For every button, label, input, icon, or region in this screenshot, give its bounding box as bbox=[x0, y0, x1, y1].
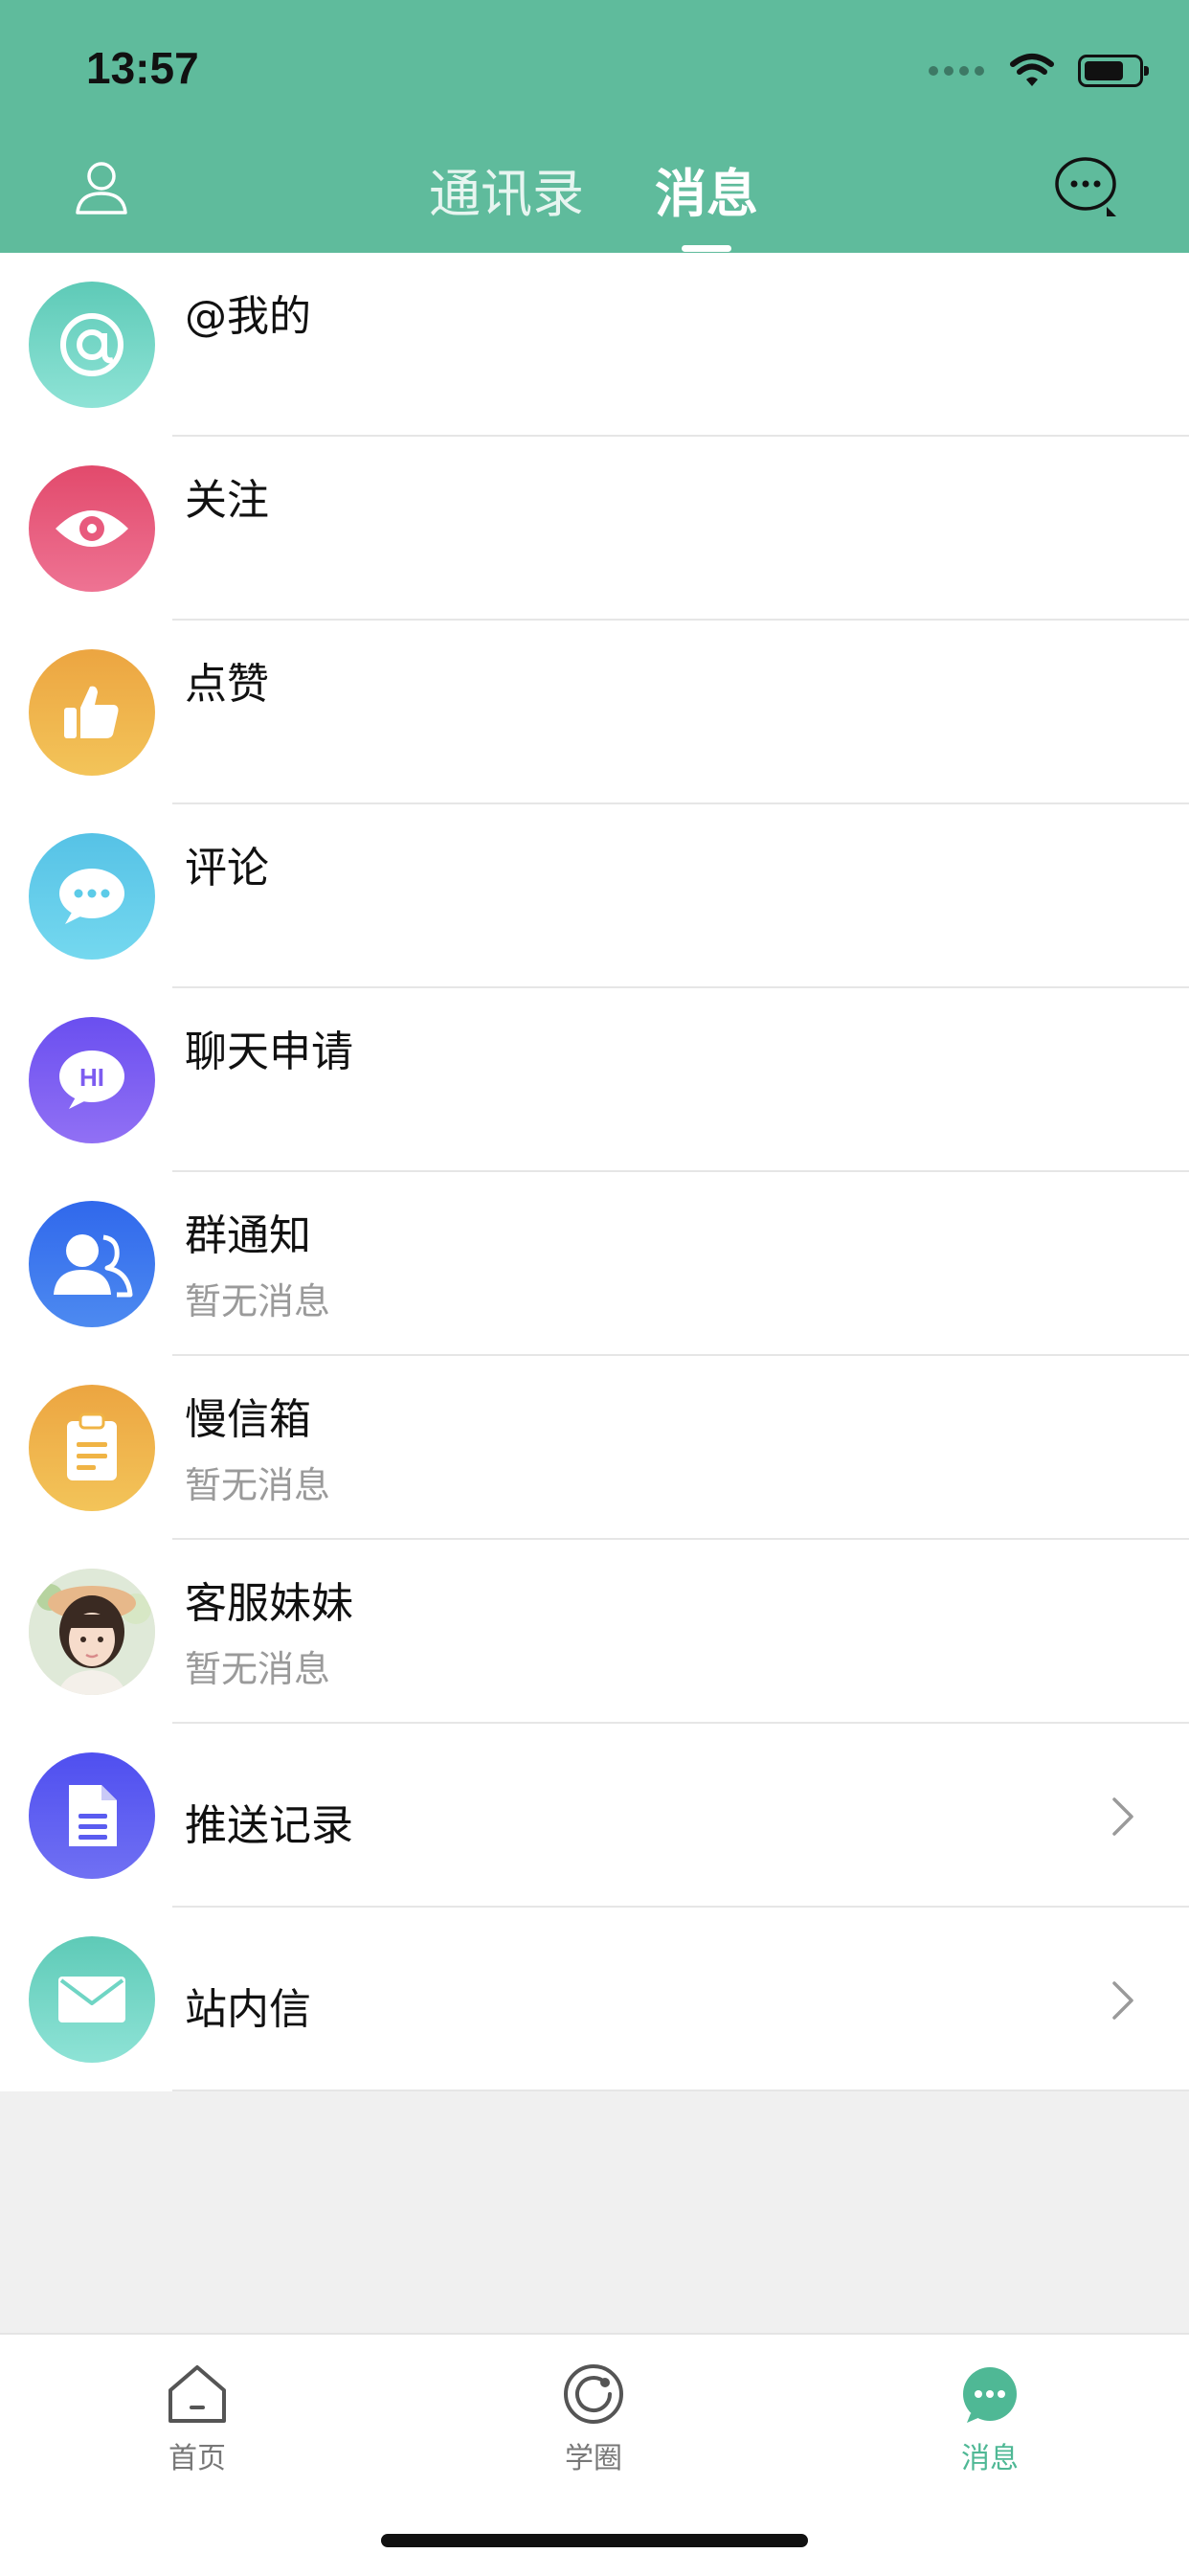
status-time: 13:57 bbox=[86, 43, 199, 93]
list-item-subtitle: 暂无消息 bbox=[185, 1464, 331, 1506]
list-item-subtitle: 暂无消息 bbox=[185, 1648, 331, 1690]
hi-bubble-icon: HI bbox=[29, 1017, 155, 1143]
comment-icon bbox=[29, 833, 155, 960]
tab-circle[interactable]: 学圈 bbox=[517, 2361, 670, 2476]
message-icon bbox=[963, 2367, 1017, 2423]
top-header: 13:57 通讯录 消息 bbox=[0, 0, 1189, 253]
tab-home[interactable]: 首页 bbox=[121, 2361, 274, 2476]
tab-circle-label: 学圈 bbox=[565, 2442, 622, 2475]
list-item-title: 推送记录 bbox=[185, 1801, 353, 1850]
signal-icon bbox=[929, 66, 984, 76]
header-tabs: 通讯录 消息 bbox=[0, 151, 1189, 228]
battery-icon bbox=[1078, 55, 1149, 87]
list-item-push-history[interactable]: 推送记录 bbox=[0, 1724, 1189, 1908]
eye-icon bbox=[29, 465, 155, 592]
list-item-slow-mailbox[interactable]: 慢信箱 暂无消息 bbox=[0, 1356, 1189, 1540]
list-item-title: @我的 bbox=[185, 292, 311, 341]
clipboard-icon bbox=[29, 1385, 155, 1511]
chevron-right-icon bbox=[1112, 1797, 1133, 1836]
list-item-comments[interactable]: 评论 bbox=[0, 804, 1189, 988]
circle-icon bbox=[564, 2364, 623, 2424]
list-item-chat-request[interactable]: HI 聊天申请 bbox=[0, 988, 1189, 1172]
home-icon bbox=[168, 2365, 226, 2423]
group-icon bbox=[29, 1201, 155, 1327]
customer-service-avatar bbox=[29, 1569, 155, 1695]
tab-home-label: 首页 bbox=[168, 2442, 226, 2475]
list-item-at-me[interactable]: @我的 bbox=[0, 253, 1189, 437]
list-item-likes[interactable]: 点赞 bbox=[0, 621, 1189, 804]
message-list: @我的 关注 点赞 评论 HI 聊天申请 群通知 暂无消息 慢信箱 暂无消息 客… bbox=[0, 253, 1189, 2091]
list-item-title: 群通知 bbox=[185, 1211, 311, 1260]
home-indicator bbox=[381, 2534, 808, 2547]
at-icon bbox=[29, 282, 155, 408]
tab-messages-label: 消息 bbox=[961, 2442, 1019, 2475]
list-item-title: 关注 bbox=[185, 476, 269, 525]
list-item-follow[interactable]: 关注 bbox=[0, 437, 1189, 621]
list-item-subtitle: 暂无消息 bbox=[185, 1280, 331, 1322]
tab-messages-bottom[interactable]: 消息 bbox=[913, 2361, 1066, 2476]
list-item-customer-service[interactable]: 客服妹妹 暂无消息 bbox=[0, 1540, 1189, 1724]
mail-icon bbox=[29, 1936, 155, 2063]
tab-contacts[interactable]: 通讯录 bbox=[429, 151, 584, 227]
list-item-title: 站内信 bbox=[185, 1985, 311, 2034]
tab-messages[interactable]: 消息 bbox=[655, 151, 758, 227]
chevron-right-icon bbox=[1112, 1981, 1133, 2020]
thumbs-up-icon bbox=[29, 649, 155, 776]
list-item-group-notice[interactable]: 群通知 暂无消息 bbox=[0, 1172, 1189, 1356]
list-item-site-mail[interactable]: 站内信 bbox=[0, 1908, 1189, 2091]
chat-bubble-icon[interactable] bbox=[1053, 153, 1122, 222]
status-indicators bbox=[929, 50, 1149, 92]
list-item-title: 客服妹妹 bbox=[185, 1579, 353, 1628]
list-item-title: 慢信箱 bbox=[185, 1395, 311, 1444]
list-item-title: 点赞 bbox=[185, 660, 269, 709]
document-icon bbox=[29, 1752, 155, 1879]
list-item-title: 评论 bbox=[185, 844, 269, 893]
list-item-title: 聊天申请 bbox=[185, 1028, 353, 1076]
tab-indicator bbox=[682, 245, 731, 252]
svg-text:HI: HI bbox=[79, 1063, 104, 1092]
wifi-icon bbox=[1010, 54, 1054, 86]
